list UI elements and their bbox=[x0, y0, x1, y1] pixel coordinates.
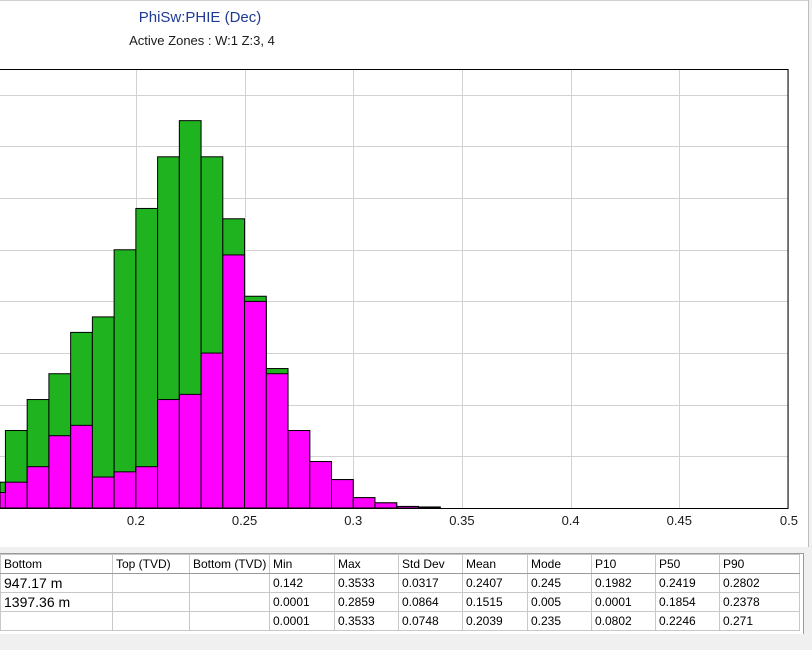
column-header[interactable]: P50 bbox=[655, 554, 720, 574]
table-cell: 0.2419 bbox=[655, 573, 720, 593]
column-header[interactable]: P10 bbox=[591, 554, 656, 574]
table-cell: 0.3533 bbox=[334, 611, 399, 631]
histogram-bar-magenta bbox=[309, 461, 333, 509]
x-tick-label: 0.2 bbox=[127, 513, 145, 528]
x-tick-label: 0.25 bbox=[232, 513, 257, 528]
histogram-bar-magenta bbox=[178, 393, 202, 509]
column-header[interactable]: Top (TVD) bbox=[112, 554, 190, 574]
histogram-bar-magenta bbox=[135, 466, 159, 509]
histogram-bar-magenta bbox=[157, 399, 180, 509]
statistics-table: Bottom Top (TVD) Bottom (TVD) Min Max St… bbox=[0, 553, 804, 635]
x-tick-label: 0.5 bbox=[780, 513, 798, 528]
table-cell: 0.0864 bbox=[398, 592, 463, 612]
histogram-bar-magenta bbox=[374, 502, 398, 509]
table-cell: 0.0001 bbox=[591, 592, 656, 612]
table-cell: 0.235 bbox=[527, 611, 592, 631]
table-cell: 0.0748 bbox=[398, 611, 463, 631]
histogram-bars bbox=[0, 120, 441, 509]
table-cell bbox=[0, 611, 113, 631]
histogram-bar-magenta bbox=[222, 254, 246, 509]
table-cell: 0.005 bbox=[527, 592, 592, 612]
table-cell bbox=[112, 611, 190, 631]
histogram-bar-green bbox=[135, 207, 159, 509]
histogram-bar-magenta bbox=[287, 430, 311, 509]
histogram-bar-magenta bbox=[4, 481, 28, 509]
table-cell: 0.2802 bbox=[719, 573, 800, 593]
table-cell: 0.1854 bbox=[655, 592, 720, 612]
table-cell: 0.0001 bbox=[269, 592, 335, 612]
histogram-bar-magenta bbox=[70, 424, 93, 509]
table-cell: 0.245 bbox=[527, 573, 592, 593]
column-header[interactable]: Mode bbox=[527, 554, 592, 574]
histogram-panel: PhiSw:PHIE (Dec) Active Zones : W:1 Z:3,… bbox=[0, 0, 809, 547]
table-cell bbox=[112, 573, 190, 593]
table-cell: 0.0001 bbox=[269, 611, 335, 631]
column-header[interactable]: Bottom bbox=[0, 554, 113, 574]
column-header[interactable]: Max bbox=[334, 554, 399, 574]
table-cell: 1397.36 m bbox=[0, 592, 113, 612]
table-cell: 0.2859 bbox=[334, 592, 399, 612]
histogram-bar-magenta bbox=[200, 352, 224, 509]
histogram-bar-magenta bbox=[48, 435, 72, 509]
table-cell: 0.1515 bbox=[462, 592, 528, 612]
x-tick-labels: 0.2 0.25 0.3 0.35 0.4 0.45 0.5 bbox=[127, 513, 798, 528]
table-cell: 0.2039 bbox=[462, 611, 528, 631]
table-cell: 947.17 m bbox=[0, 573, 113, 593]
table-cell: 0.271 bbox=[719, 611, 800, 631]
table-cell bbox=[189, 592, 270, 612]
histogram-bar-magenta bbox=[352, 497, 376, 509]
table-row[interactable]: 947.17 m 0.142 0.3533 0.0317 0.2407 0.24… bbox=[0, 573, 800, 593]
table-cell: 0.2407 bbox=[462, 573, 528, 593]
table-cell: 0.0317 bbox=[398, 573, 463, 593]
column-header[interactable]: Std Dev bbox=[398, 554, 463, 574]
histogram-plot: 0.2 0.25 0.3 0.35 0.4 0.45 0.5 bbox=[0, 69, 798, 528]
window-bottom-edge bbox=[0, 634, 812, 650]
column-header[interactable]: P90 bbox=[719, 554, 800, 574]
table-cell: 0.2246 bbox=[655, 611, 720, 631]
histogram-bar-green bbox=[113, 249, 137, 509]
table-cell bbox=[189, 573, 270, 593]
table-cell: 0.0802 bbox=[591, 611, 656, 631]
histogram-bar-magenta bbox=[0, 492, 6, 509]
table-row[interactable]: 1397.36 m 0.0001 0.2859 0.0864 0.1515 0.… bbox=[0, 592, 800, 612]
column-header[interactable]: Bottom (TVD) bbox=[189, 554, 270, 574]
histogram-bar-magenta bbox=[26, 466, 50, 509]
histogram-bar-magenta bbox=[113, 471, 137, 509]
table-row[interactable]: 0.0001 0.3533 0.0748 0.2039 0.235 0.0802… bbox=[0, 611, 800, 631]
histogram-bar-magenta bbox=[417, 506, 441, 509]
histogram-bar-magenta bbox=[396, 505, 419, 509]
histogram-bar-magenta bbox=[244, 300, 267, 509]
table-cell: 0.1982 bbox=[591, 573, 656, 593]
histogram-bar-magenta bbox=[331, 479, 354, 509]
histogram-bar-magenta bbox=[91, 476, 115, 509]
table-cell: 0.2378 bbox=[719, 592, 800, 612]
x-tick-label: 0.45 bbox=[667, 513, 692, 528]
x-tick-label: 0.3 bbox=[344, 513, 362, 528]
column-header[interactable]: Min bbox=[269, 554, 335, 574]
table-cell bbox=[189, 611, 270, 631]
x-tick-label: 0.4 bbox=[562, 513, 580, 528]
x-tick-label: 0.35 bbox=[449, 513, 474, 528]
table-cell bbox=[112, 592, 190, 612]
table-header-row: Bottom Top (TVD) Bottom (TVD) Min Max St… bbox=[0, 554, 800, 574]
table-cell: 0.3533 bbox=[334, 573, 399, 593]
table-cell: 0.142 bbox=[269, 573, 335, 593]
column-header[interactable]: Mean bbox=[462, 554, 528, 574]
histogram-bar-magenta bbox=[265, 373, 289, 509]
